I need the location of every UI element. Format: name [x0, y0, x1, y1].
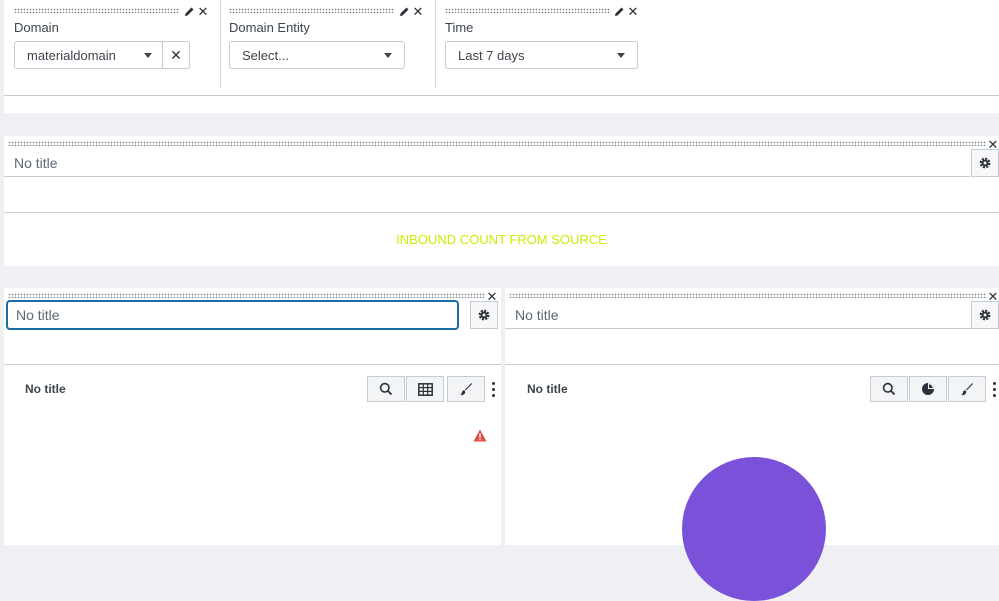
paintbrush-icon [460, 383, 472, 396]
format-button[interactable] [948, 376, 986, 402]
domain-entity-label: Domain Entity [229, 20, 310, 35]
domain-select[interactable]: materialdomain [14, 41, 163, 69]
drag-handle[interactable] [445, 8, 610, 13]
search-button[interactable] [870, 376, 908, 402]
table-view-button[interactable] [406, 376, 444, 402]
pie-chart-icon [922, 383, 934, 395]
time-value: Last 7 days [458, 47, 525, 63]
close-icon[interactable]: ✕ [627, 5, 639, 18]
panel-title-input[interactable]: No title [6, 300, 459, 330]
search-icon [379, 382, 393, 396]
drag-handle[interactable] [8, 141, 986, 146]
more-options-icon[interactable] [491, 382, 495, 397]
settings-button[interactable] [971, 149, 999, 177]
inbound-count-text: INBOUND COUNT FROM SOURCE [396, 232, 607, 247]
search-icon [882, 382, 896, 396]
drag-handle[interactable] [509, 293, 987, 298]
chevron-down-icon [144, 53, 152, 58]
warning-icon[interactable] [473, 429, 487, 442]
input-separator [435, 0, 436, 88]
input-bar-divider [4, 95, 999, 96]
settings-button[interactable] [971, 301, 999, 329]
chevron-down-icon [617, 53, 625, 58]
time-label: Time [445, 20, 474, 35]
panel-title: No title [25, 382, 66, 396]
row2-right-divider [505, 364, 999, 365]
format-button[interactable] [447, 376, 485, 402]
domain-value: materialdomain [27, 47, 116, 63]
panel-title-input[interactable]: No title [4, 149, 970, 177]
panel-title-input[interactable]: No title [505, 301, 971, 329]
drag-handle[interactable] [8, 293, 485, 298]
input-separator [220, 0, 221, 88]
domain-entity-placeholder: Select... [242, 47, 289, 63]
drag-handle[interactable] [229, 8, 394, 13]
settings-button[interactable] [470, 301, 498, 329]
domain-entity-select[interactable]: Select... [229, 41, 405, 69]
panel-title: No title [527, 382, 568, 396]
clear-button[interactable]: ✕ [162, 41, 190, 69]
close-icon[interactable]: ✕ [197, 5, 209, 18]
more-options-icon[interactable] [992, 382, 996, 397]
table-icon [417, 382, 433, 396]
close-icon[interactable]: ✕ [412, 5, 424, 18]
clear-x-icon: ✕ [170, 46, 182, 63]
paintbrush-icon [961, 383, 973, 396]
gear-icon [979, 157, 991, 169]
chevron-down-icon [384, 53, 392, 58]
edit-pencil-icon[interactable] [613, 6, 625, 18]
search-button[interactable] [367, 376, 405, 402]
edit-pencil-icon[interactable] [398, 6, 410, 18]
pie-chart-view-button[interactable] [909, 376, 947, 402]
row1-divider [4, 212, 999, 213]
drag-handle[interactable] [14, 8, 179, 13]
pie-chart-slice[interactable] [682, 457, 826, 601]
edit-pencil-icon[interactable] [183, 6, 195, 18]
time-select[interactable]: Last 7 days [445, 41, 638, 69]
domain-label: Domain [14, 20, 59, 35]
gear-icon [979, 309, 991, 321]
gear-icon [478, 309, 490, 321]
row2-left-divider [4, 364, 501, 365]
